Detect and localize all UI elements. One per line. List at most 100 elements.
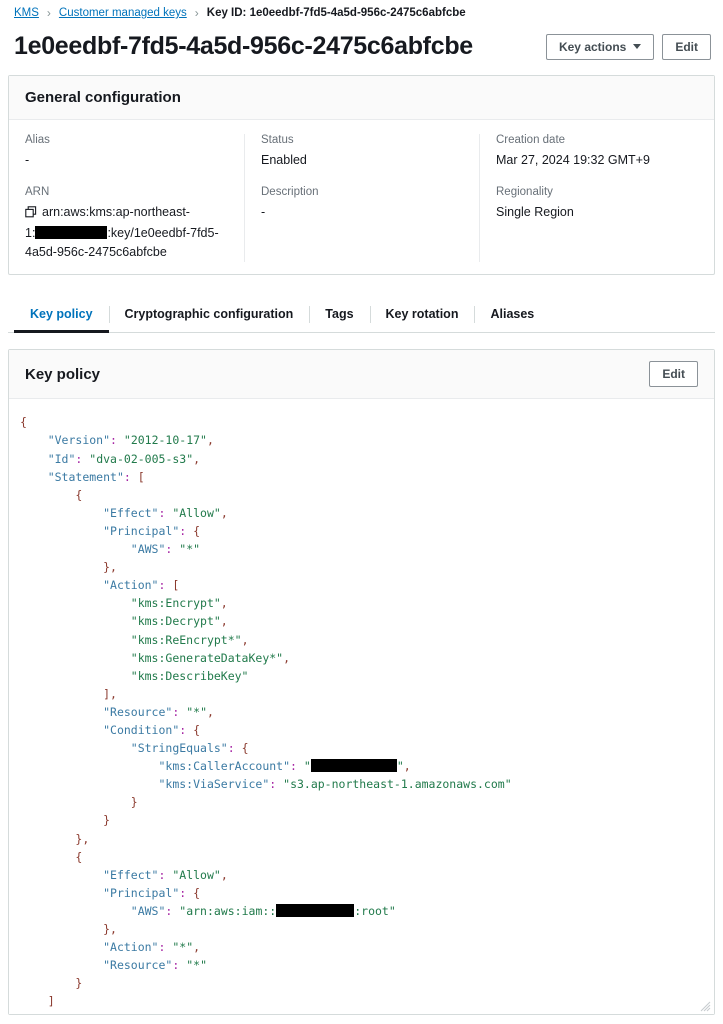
code-token-punc: , xyxy=(193,451,201,466)
code-token-brace: { xyxy=(75,849,83,864)
code-line: "Condition": { xyxy=(20,721,714,739)
code-token-brace: [ xyxy=(172,578,180,593)
code-line: "kms:CallerAccount": " ", xyxy=(20,757,714,775)
tab-label: Cryptographic configuration xyxy=(124,307,294,322)
general-configuration-column-2: Status Enabled Description - xyxy=(244,134,479,263)
code-token-str: "s3.ap-northeast-1.amazonaws.com" xyxy=(283,777,512,792)
code-token-colon: : xyxy=(179,722,187,737)
code-line: ] xyxy=(20,992,714,1010)
code-token-colon: : xyxy=(165,542,173,557)
page-header: 1e0eedbf-7fd5-4a5d-956c-2475c6abfcbe Key… xyxy=(8,26,715,75)
code-line: "Principal": { xyxy=(20,884,714,902)
code-token-str: "kms:DescribeKey" xyxy=(130,668,249,683)
code-token-str: "*" xyxy=(179,542,201,557)
code-line: "Version": "2012-10-17", xyxy=(20,431,714,449)
code-token-colon: : xyxy=(110,433,117,448)
tab-cryptographic-configuration[interactable]: Cryptographic configuration xyxy=(108,297,310,332)
code-line: "AWS": "*" xyxy=(20,540,714,558)
page-title: 1e0eedbf-7fd5-4a5d-956c-2475c6abfcbe xyxy=(14,32,473,60)
code-token-key: "Version" xyxy=(47,433,111,448)
code-token-punc: , xyxy=(207,704,214,719)
code-token-colon: : xyxy=(158,505,166,520)
tab-label: Aliases xyxy=(490,307,535,322)
code-line: { xyxy=(20,413,714,431)
edit-key-button[interactable]: Edit xyxy=(662,33,711,60)
account-id-redaction xyxy=(276,903,355,917)
code-line: }, xyxy=(20,830,714,848)
code-line: }, xyxy=(20,920,714,938)
arn-line-2-prefix: 1: xyxy=(25,226,36,241)
key-policy-editor[interactable]: { "Version": "2012-10-17", "Id": "dva-02… xyxy=(9,399,714,1015)
code-token-key: "StringEquals" xyxy=(130,741,228,756)
arn-account-redaction xyxy=(35,226,108,240)
code-token-colon: : xyxy=(179,523,187,538)
code-token-colon: : xyxy=(123,469,131,484)
regionality-value: Single Region xyxy=(496,205,574,220)
code-token-colon: : xyxy=(165,903,173,918)
key-actions-label: Key actions xyxy=(558,39,627,54)
code-token-key: "Resource" xyxy=(103,958,173,973)
creation-date-field: Creation date Mar 27, 2024 19:32 GMT+9 xyxy=(496,134,698,170)
code-token-colon: : xyxy=(75,451,83,466)
code-token-key: "Principal" xyxy=(103,885,180,900)
code-line: "Resource": "*" xyxy=(20,956,714,974)
alias-value: - xyxy=(25,153,30,167)
code-line: "Principal": { xyxy=(20,522,714,540)
code-token-key: "Condition" xyxy=(103,722,180,737)
tab-key-rotation[interactable]: Key rotation xyxy=(369,297,475,332)
breadcrumb-link-kms[interactable]: KMS xyxy=(14,7,39,19)
breadcrumb: KMS › Customer managed keys › Key ID: 1e… xyxy=(8,0,715,26)
tab-key-policy[interactable]: Key policy xyxy=(14,297,109,334)
code-token-punc: , xyxy=(220,614,228,629)
code-token-key: "kms:ViaService" xyxy=(158,777,270,792)
code-token-punc: , xyxy=(193,940,201,955)
key-policy-header: Key policy Edit xyxy=(9,350,714,400)
code-token-key: "Resource" xyxy=(103,704,173,719)
code-line: } xyxy=(20,811,714,829)
code-token-colon: : xyxy=(158,578,166,593)
description-field: Description - xyxy=(261,186,463,222)
code-token-colon: : xyxy=(227,741,235,756)
arn-line-1: arn:aws:kms:ap-northeast- xyxy=(42,205,190,220)
code-token-brace: } xyxy=(103,813,111,828)
code-token-key: "Effect" xyxy=(103,505,159,520)
breadcrumb-separator-icon: › xyxy=(194,6,199,20)
code-line: "Effect": "Allow", xyxy=(20,866,714,884)
breadcrumb-current-key-id: Key ID: 1e0eedbf-7fd5-4a5d-956c-2475c6ab… xyxy=(206,7,466,19)
arn-label: ARN xyxy=(25,186,50,199)
code-token-key: "Id" xyxy=(47,451,76,466)
general-configuration-grid: Alias - ARN arn:aws:kms:ap-northeast- 1:… xyxy=(9,120,714,274)
tab-label: Key rotation xyxy=(385,307,459,322)
account-id-redaction xyxy=(310,759,397,773)
code-line: "kms:Encrypt", xyxy=(20,594,714,612)
edit-key-policy-button[interactable]: Edit xyxy=(649,361,698,388)
general-configuration-header: General configuration xyxy=(9,76,714,120)
code-token-colon: : xyxy=(179,885,187,900)
tab-tags[interactable]: Tags xyxy=(309,297,369,332)
code-token-brace: { xyxy=(193,523,201,538)
code-token-punc: , xyxy=(110,686,117,701)
code-token-brace: { xyxy=(20,415,27,430)
code-line: "kms:GenerateDataKey*", xyxy=(20,649,714,667)
alias-field: Alias - xyxy=(25,134,228,170)
tab-aliases[interactable]: Aliases xyxy=(474,297,550,332)
general-configuration-column-3: Creation date Mar 27, 2024 19:32 GMT+9 R… xyxy=(479,134,714,263)
tab-label: Tags xyxy=(325,307,354,322)
resize-handle-icon[interactable] xyxy=(699,999,711,1012)
code-token-key: "kms:CallerAccount" xyxy=(158,759,291,774)
code-token-punc: , xyxy=(110,922,117,936)
breadcrumb-link-customer-managed-keys[interactable]: Customer managed keys xyxy=(59,7,187,19)
code-token-punc: , xyxy=(206,433,214,448)
code-token-str: " xyxy=(396,759,404,774)
code-token-str: "*" xyxy=(172,940,194,955)
arn-value: arn:aws:kms:ap-northeast- 1::key/1e0eedb… xyxy=(25,203,228,262)
key-actions-button[interactable]: Key actions xyxy=(545,33,655,60)
code-line: "Resource": "*", xyxy=(20,703,714,721)
code-token-str: " xyxy=(303,759,311,774)
key-policy-title: Key policy xyxy=(25,365,101,383)
tab-label: Key policy xyxy=(30,307,93,322)
copy-icon[interactable] xyxy=(25,205,37,224)
code-token-brace: } xyxy=(103,560,111,575)
key-policy-card: Key policy Edit { "Version": "2012-10-17… xyxy=(8,349,715,1016)
code-token-key: "Effect" xyxy=(103,867,159,882)
